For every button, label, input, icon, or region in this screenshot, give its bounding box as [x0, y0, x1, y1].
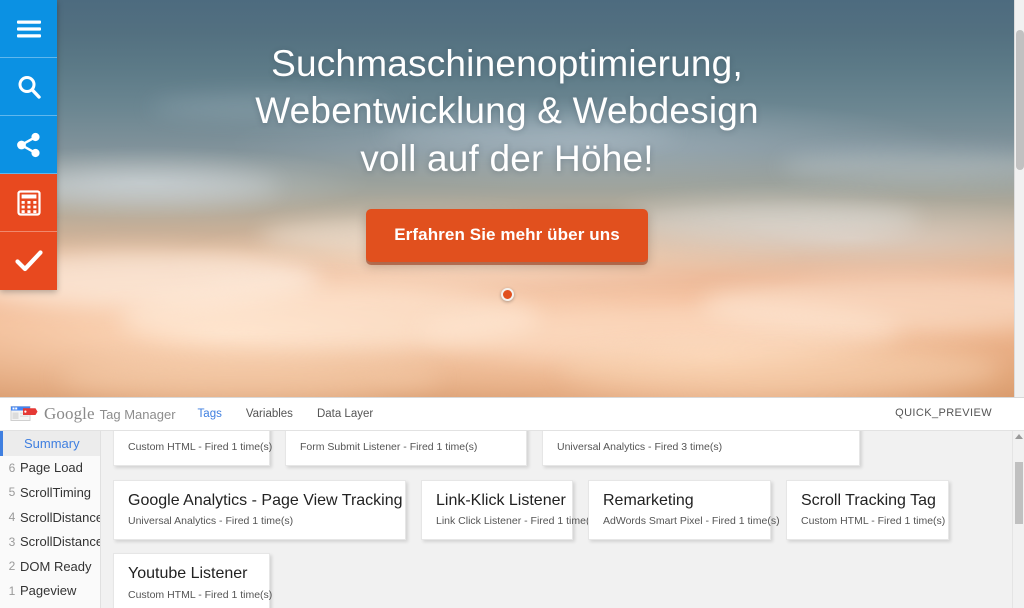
gtm-tab-data-layer[interactable]: Data Layer [317, 408, 373, 420]
gtm-sidebar-item[interactable]: 3 ScrollDistance [0, 529, 100, 554]
gtm-tag-row: Youtube Listener Custom HTML - Fired 1 ti… [113, 553, 1012, 608]
hero-slider-dots [500, 288, 514, 302]
gtm-tag-card-title: Remarketing [603, 492, 694, 510]
gtm-header: Google Tag Manager Tags Variables Data L… [0, 398, 1024, 431]
gtm-tag-card-title: Youtube Listener [128, 565, 248, 583]
browser-page-scrollbar[interactable] [1014, 0, 1024, 397]
gtm-sidebar-item-number: 6 [8, 460, 16, 475]
website-viewport: Suchmaschinenoptimierung, Webentwicklung… [0, 0, 1014, 397]
gtm-sidebar-item-number: 5 [8, 485, 16, 500]
gtm-sidebar-item[interactable]: 5 ScrollTiming [0, 480, 100, 505]
gtm-tag-card-title: Link-Klick Listener [436, 492, 566, 510]
rail-button-calculator[interactable] [0, 174, 57, 232]
gtm-sidebar-item[interactable]: 4 ScrollDistance [0, 505, 100, 530]
hero-cta-button[interactable]: Erfahren Sie mehr über uns [366, 209, 648, 263]
gtm-tag-card-subtitle: Custom HTML - Fired 1 time(s) [128, 588, 273, 601]
gtm-sidebar-item-number: 2 [8, 559, 16, 574]
gtm-tag-card-subtitle: Link Click Listener - Fired 1 time(s) [436, 515, 599, 528]
rail-button-menu[interactable] [0, 0, 57, 58]
menu-icon [16, 19, 42, 39]
gtm-tag-card-subtitle: Universal Analytics - Fired 3 time(s) [557, 441, 723, 454]
gtm-sidebar-item-number: 1 [8, 583, 16, 598]
gtm-quick-preview-button[interactable]: QUICK_PREVIEW [895, 407, 992, 419]
hero-headline-line-2: Webentwicklung & Webdesign [255, 90, 759, 132]
rail-button-share[interactable] [0, 116, 57, 174]
gtm-sidebar-item-label: ScrollDistance [20, 509, 101, 525]
gtm-tag-card[interactable]: Scroll Tracking Tag Custom HTML - Fired 1… [786, 480, 949, 541]
search-icon [16, 74, 42, 100]
gtm-tag-card-subtitle: AdWords Smart Pixel - Fired 1 time(s) [603, 515, 780, 528]
rail-button-search[interactable] [0, 58, 57, 116]
gtm-body: Summary 6 Page Load 5 ScrollTiming 4 ScrollDis… [0, 431, 1024, 608]
scroll-up-arrow-icon[interactable] [1015, 434, 1023, 439]
floating-icon-rail [0, 0, 57, 290]
gtm-tag-card-subtitle: Form Submit Listener - Fired 1 time(s) [300, 441, 478, 454]
screen: Suchmaschinenoptimierung, Webentwicklung… [0, 0, 1024, 608]
gtm-panel-scrollbar[interactable] [1012, 431, 1024, 608]
gtm-sidebar-item-label: Summary [24, 435, 80, 451]
gtm-tag-card-title [300, 431, 512, 436]
hero-content: Suchmaschinenoptimierung, Webentwicklung… [0, 0, 1014, 397]
gtm-sidebar-item-label: Pageview [20, 583, 77, 599]
gtm-tag-card[interactable]: Google Analytics - Page View Tracking Uni… [113, 480, 406, 541]
gtm-preview-panel: Google Tag Manager Tags Variables Data L… [0, 397, 1024, 608]
gtm-brand-product: Tag Manager [99, 406, 176, 422]
gtm-sidebar-item[interactable]: 1 Pageview [0, 579, 100, 604]
gtm-tag-card-subtitle: Custom HTML - Fired 1 time(s) [801, 515, 946, 528]
check-icon [14, 249, 43, 273]
gtm-sidebar-item[interactable]: 2 DOM Ready [0, 554, 100, 579]
gtm-tag-card-title: Google Analytics - Page View Tracking [128, 492, 403, 510]
google-tag-manager-logo-icon [10, 405, 38, 423]
gtm-sidebar-item[interactable]: 6 Page Load [0, 456, 100, 481]
gtm-tags-list: Custom HTML - Fired 1 time(s) Form Submi… [101, 431, 1012, 608]
gtm-tag-card[interactable]: Link-Klick Listener Link Click Listener -… [421, 480, 599, 541]
gtm-tag-row: Google Analytics - Page View Tracking Uni… [113, 480, 1012, 541]
gtm-tab-tags[interactable]: Tags [198, 408, 222, 420]
gtm-sidebar-item-label: ScrollDistance [20, 534, 101, 550]
gtm-tab-variables[interactable]: Variables [246, 408, 293, 420]
gtm-tag-card[interactable]: Form Submit Listener - Fired 1 time(s) [285, 431, 527, 467]
gtm-panel-scrollbar-thumb[interactable] [1015, 462, 1023, 524]
rail-button-check[interactable] [0, 232, 57, 290]
gtm-tag-card[interactable]: Remarketing AdWords Smart Pixel - Fired 1… [588, 480, 780, 541]
gtm-tag-row: Custom HTML - Fired 1 time(s) Form Submi… [113, 431, 1012, 467]
hero-headline: Suchmaschinenoptimierung, Webentwicklung… [127, 40, 887, 182]
gtm-tag-card[interactable]: Custom HTML - Fired 1 time(s) [113, 431, 273, 467]
gtm-sidebar-item-label: ScrollTiming [20, 484, 92, 500]
share-icon [16, 132, 42, 158]
gtm-event-sidebar: Summary 6 Page Load 5 ScrollTiming 4 ScrollDis… [0, 431, 101, 608]
gtm-tag-card-subtitle: Universal Analytics - Fired 1 time(s) [128, 515, 294, 528]
gtm-tag-card-title [128, 431, 255, 436]
gtm-sidebar-item-label: DOM Ready [20, 558, 92, 574]
gtm-tag-card-title: Scroll Tracking Tag [801, 492, 936, 510]
gtm-brand-google: Google [44, 404, 95, 423]
gtm-tag-card-title [557, 431, 845, 436]
hero-slider-dot[interactable] [500, 288, 514, 302]
gtm-sidebar-item-number: 3 [8, 534, 16, 549]
hero-headline-line-3: voll auf der Höhe! [360, 137, 654, 179]
gtm-tag-card-subtitle: Custom HTML - Fired 1 time(s) [128, 441, 273, 454]
calculator-icon [16, 189, 42, 216]
gtm-sidebar-item-label: Page Load [20, 460, 83, 476]
gtm-sidebar-item[interactable]: Summary [0, 431, 100, 456]
gtm-tag-card[interactable]: Universal Analytics - Fired 3 time(s) [542, 431, 860, 467]
gtm-sidebar-item-number: 4 [8, 510, 16, 525]
browser-page-scrollbar-thumb[interactable] [1016, 30, 1024, 170]
gtm-tag-card[interactable]: Youtube Listener Custom HTML - Fired 1 ti… [113, 553, 273, 608]
hero-headline-line-1: Suchmaschinenoptimierung, [271, 43, 743, 84]
